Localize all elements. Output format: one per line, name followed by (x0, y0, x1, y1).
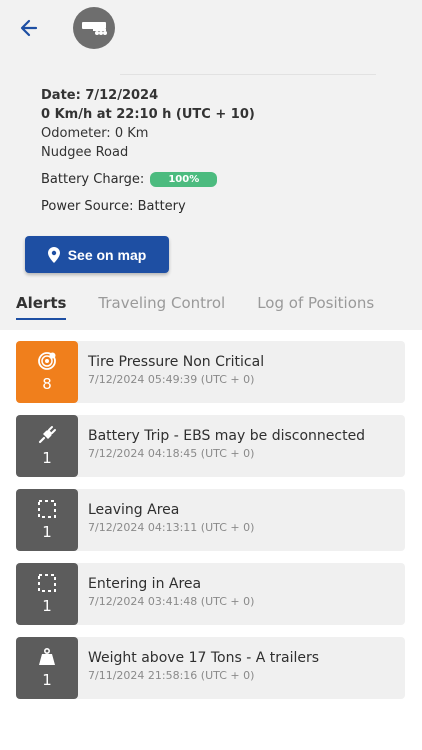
alert-count: 1 (42, 671, 52, 689)
power-source-text: Power Source: Battery (41, 199, 186, 214)
alert-count: 1 (42, 449, 52, 467)
weight-icon (39, 647, 55, 665)
map-pin-icon (47, 246, 60, 263)
alert-title: Entering in Area (88, 576, 202, 592)
tab-log-of-positions[interactable]: Log of Positions (257, 294, 374, 320)
alert-time: 7/12/2024 05:49:39 (UTC + 0) (88, 373, 255, 386)
arrow-left-icon (20, 19, 38, 37)
alert-item[interactable]: 8 Tire Pressure Non Critical 7/12/2024 0… (16, 341, 405, 403)
plug-icon (38, 426, 56, 444)
alert-item[interactable]: 1 Leaving Area 7/12/2024 04:13:11 (UTC +… (16, 489, 405, 551)
location-text: Nudgee Road (41, 145, 129, 160)
see-on-map-button[interactable]: See on map (25, 236, 169, 273)
battery-badge: 100% (150, 172, 218, 187)
alert-item[interactable]: 1 Battery Trip - EBS may be disconnected… (16, 415, 405, 477)
vehicle-avatar (73, 7, 115, 49)
alert-title: Leaving Area (88, 502, 180, 518)
alert-badge: 1 (16, 415, 78, 477)
see-on-map-label: See on map (67, 246, 147, 263)
tire-pressure-icon (38, 352, 56, 370)
alert-badge: 1 (16, 637, 78, 699)
vehicle-info: Date: 7/12/2024 0 Km/h at 22:10 h (UTC +… (41, 86, 401, 216)
alert-count: 1 (42, 597, 52, 615)
tab-bar: Alerts Traveling Control Log of Position… (16, 294, 406, 320)
alert-item[interactable]: 1 Entering in Area 7/12/2024 03:41:48 (U… (16, 563, 405, 625)
alert-item[interactable]: 1 Weight above 17 Tons - A trailers 7/11… (16, 637, 405, 699)
alert-count: 8 (42, 375, 52, 393)
alert-badge: 8 (16, 341, 78, 403)
trailer-icon (82, 22, 107, 35)
tab-alerts[interactable]: Alerts (16, 294, 67, 320)
alert-time: 7/11/2024 21:58:16 (UTC + 0) (88, 669, 255, 682)
back-button[interactable] (16, 14, 44, 42)
alert-title: Weight above 17 Tons - A trailers (88, 650, 320, 666)
vehicle-header: Date: 7/12/2024 0 Km/h at 22:10 h (UTC +… (0, 0, 422, 330)
alert-time: 7/12/2024 04:13:11 (UTC + 0) (88, 521, 255, 534)
battery-label: Battery Charge: (41, 172, 145, 187)
area-icon (38, 500, 56, 518)
alert-list: 8 Tire Pressure Non Critical 7/12/2024 0… (16, 341, 405, 711)
alert-title: Tire Pressure Non Critical (88, 354, 265, 370)
date-text: Date: 7/12/2024 (41, 88, 159, 103)
tab-traveling-control[interactable]: Traveling Control (98, 294, 225, 320)
battery-charge: Battery Charge: 100% (41, 170, 401, 189)
alert-badge: 1 (16, 563, 78, 625)
alert-time: 7/12/2024 03:41:48 (UTC + 0) (88, 595, 255, 608)
area-icon (38, 574, 56, 592)
speed-text: 0 Km/h at 22:10 h (UTC + 10) (41, 107, 255, 122)
alert-time: 7/12/2024 04:18:45 (UTC + 0) (88, 447, 255, 460)
alert-title: Battery Trip - EBS may be disconnected (88, 428, 366, 444)
odometer-text: Odometer: 0 Km (41, 126, 149, 141)
alert-badge: 1 (16, 489, 78, 551)
divider (120, 74, 376, 75)
alert-count: 1 (42, 523, 52, 541)
